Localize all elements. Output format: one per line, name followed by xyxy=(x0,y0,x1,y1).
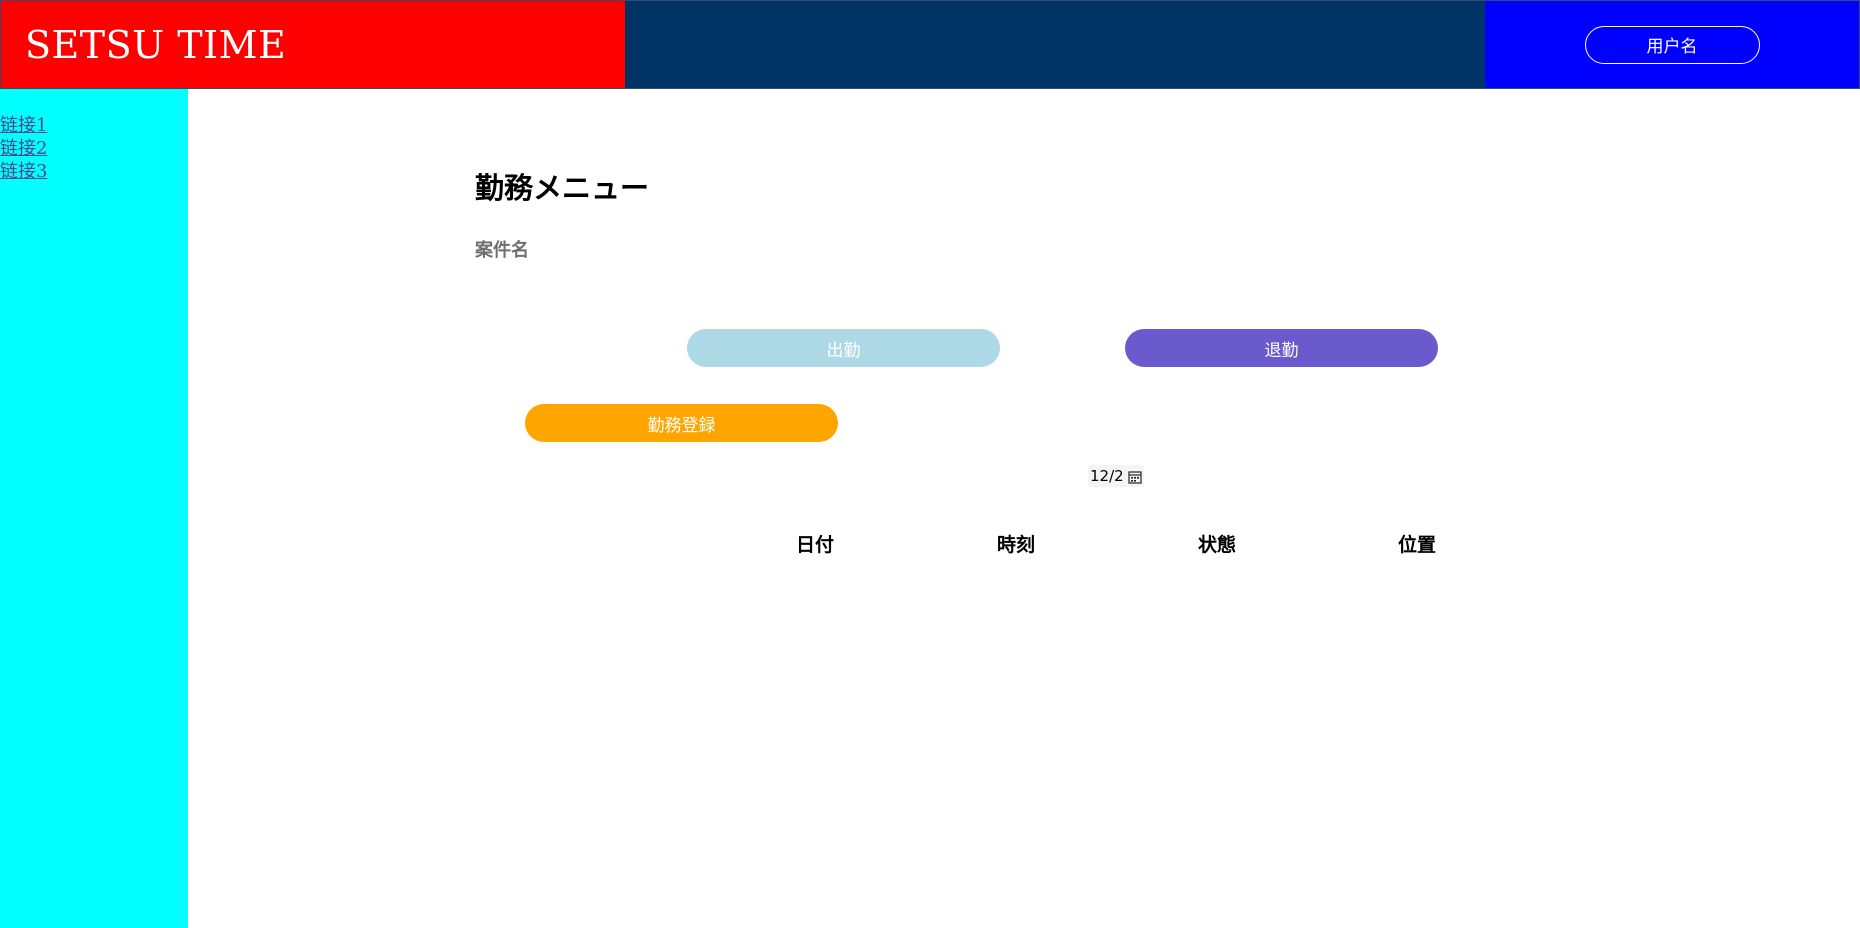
main-content: 勤務メニュー 案件名 出勤 退勤 勤務登録 12/2 日付 時刻 状態 位置 xyxy=(188,89,1860,928)
table-header-date: 日付 xyxy=(796,534,835,556)
table-header-status: 状態 xyxy=(1198,534,1237,556)
clock-in-button[interactable]: 出勤 xyxy=(687,329,1000,367)
date-value: 12/2 xyxy=(1090,467,1124,485)
table-header-location: 位置 xyxy=(1398,534,1437,556)
brand-area: SETSU TIME xyxy=(1,1,625,88)
user-menu-button[interactable]: 用户名 xyxy=(1584,25,1760,64)
table-header-time: 時刻 xyxy=(997,534,1036,556)
top-header: SETSU TIME 用户名 xyxy=(0,0,1860,89)
clock-out-button[interactable]: 退勤 xyxy=(1125,329,1438,367)
date-picker[interactable]: 12/2 xyxy=(1088,465,1144,487)
register-work-button[interactable]: 勤務登録 xyxy=(525,404,838,442)
project-name-label: 案件名 xyxy=(475,240,529,261)
brand-title: SETSU TIME xyxy=(25,22,287,67)
user-area: 用户名 xyxy=(1485,1,1859,88)
sidebar-link-1[interactable]: 链接1 xyxy=(0,114,188,137)
sidebar-link-2[interactable]: 链接2 xyxy=(0,137,188,160)
page-title: 勤務メニュー xyxy=(475,171,650,205)
sidebar: 链接1 链接2 链接3 xyxy=(0,89,188,928)
header-center-bar xyxy=(625,1,1485,88)
calendar-icon[interactable] xyxy=(1128,469,1142,484)
sidebar-link-3[interactable]: 链接3 xyxy=(0,160,188,183)
